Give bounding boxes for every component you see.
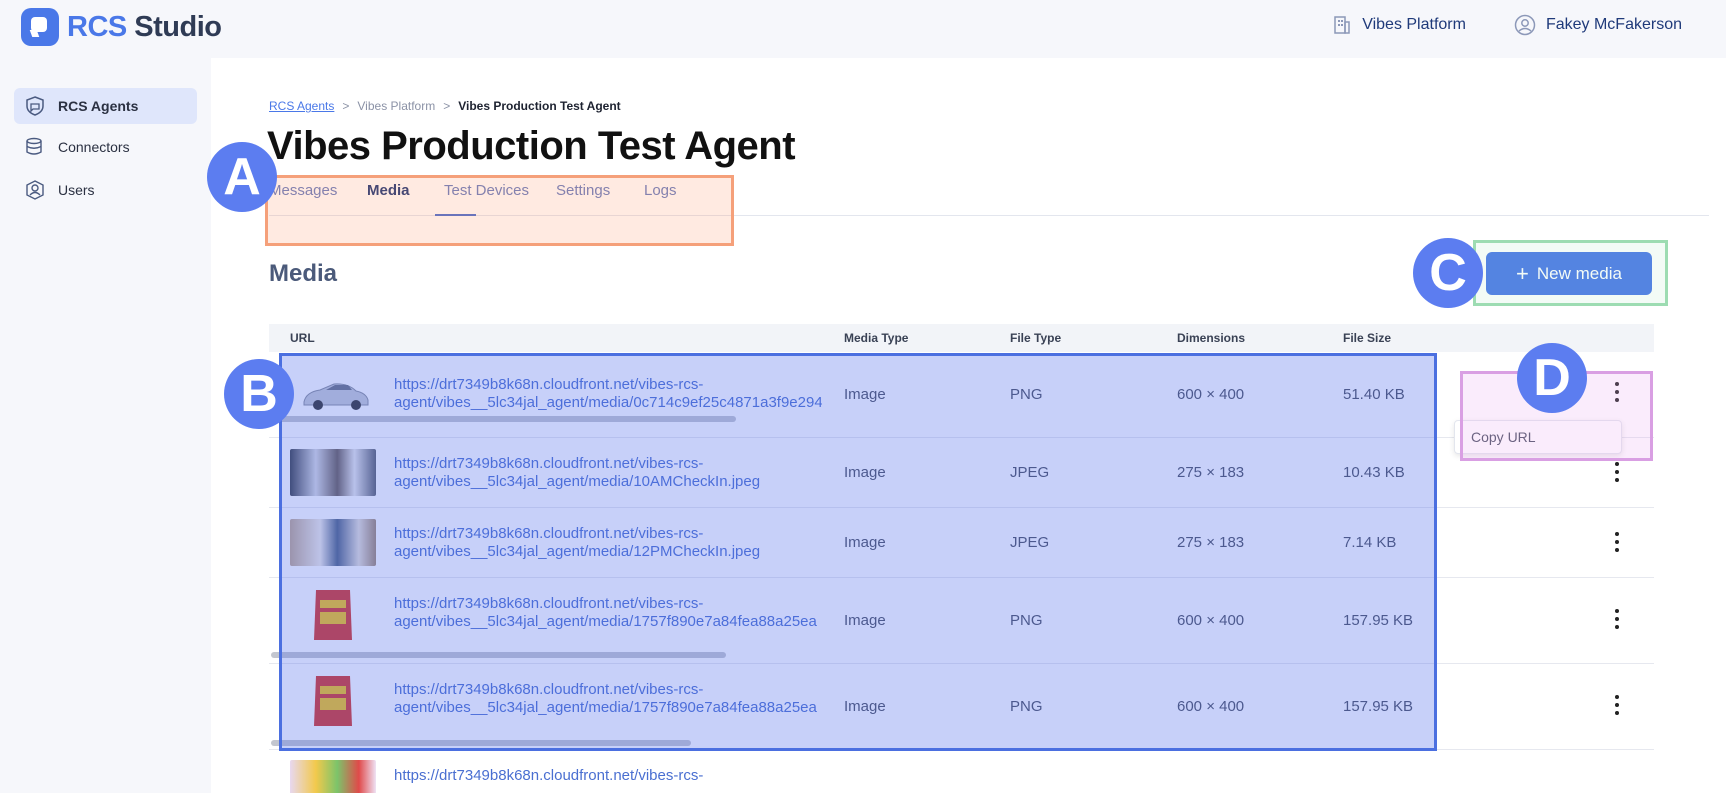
table-header: URL Media Type File Type Dimensions File… [269,324,1654,352]
column-header-file-size[interactable]: File Size [1343,331,1391,345]
more-options-icon[interactable] [1607,532,1627,552]
more-options-icon[interactable] [1607,609,1627,629]
user-menu[interactable]: Fakey McFakerson [1514,14,1682,36]
column-header-url[interactable]: URL [290,331,315,345]
annotation-box-b [279,353,1437,751]
sidebar-item-label: RCS Agents [58,98,139,114]
app-header: RCS Studio Vibes Platform Fakey McFakers… [0,0,1726,58]
more-options-icon[interactable] [1607,462,1627,482]
sidebar-item-label: Connectors [58,139,130,155]
column-header-media-type[interactable]: Media Type [844,331,908,345]
chat-bubble-logo-icon [21,8,59,46]
org-name: Vibes Platform [1362,16,1466,33]
org-switcher[interactable]: Vibes Platform [1332,15,1466,35]
annotation-badge-b: B [224,359,294,429]
annotation-badge-a: A [207,142,277,212]
breadcrumb: RCS Agents > Vibes Platform > Vibes Prod… [269,99,621,113]
snack-assortment-thumbnail [290,760,376,793]
sidebar-item-users[interactable]: Users [14,172,197,208]
building-icon [1334,16,1350,34]
breadcrumb-org[interactable]: Vibes Platform [357,99,435,113]
page-title: Vibes Production Test Agent [267,124,796,168]
user-name: Fakey McFakerson [1545,16,1682,33]
breadcrumb-current: Vibes Production Test Agent [458,99,621,113]
column-header-file-type[interactable]: File Type [1010,331,1061,345]
breadcrumb-separator: > [443,99,451,113]
user-avatar-icon [1514,14,1536,36]
annotation-box-a [265,175,734,246]
breadcrumb-rcs-agents[interactable]: RCS Agents [269,99,334,113]
more-options-icon[interactable] [1607,695,1627,715]
sidebar-item-connectors[interactable]: Connectors [14,129,197,165]
column-header-dimensions[interactable]: Dimensions [1177,331,1245,345]
sidebar-item-rcs-agents[interactable]: RCS Agents [14,88,197,124]
annotation-box-c [1473,240,1668,306]
sidebar: RCS Agents Connectors Users [0,58,211,793]
database-icon [26,137,42,155]
user-icon [26,180,44,200]
media-url-link[interactable]: https://drt7349b8k68n.cloudfront.net/vib… [394,767,822,785]
app-logo[interactable]: RCS Studio [21,8,222,46]
annotation-badge-c: C [1413,238,1483,308]
annotation-badge-d: D [1517,343,1587,413]
table-row[interactable]: https://drt7349b8k68n.cloudfront.net/vib… [269,750,1654,793]
app-name: RCS Studio [67,10,222,43]
breadcrumb-separator: > [342,99,350,113]
section-title: Media [269,260,338,287]
shield-chat-icon [26,96,44,116]
sidebar-item-label: Users [58,182,95,198]
